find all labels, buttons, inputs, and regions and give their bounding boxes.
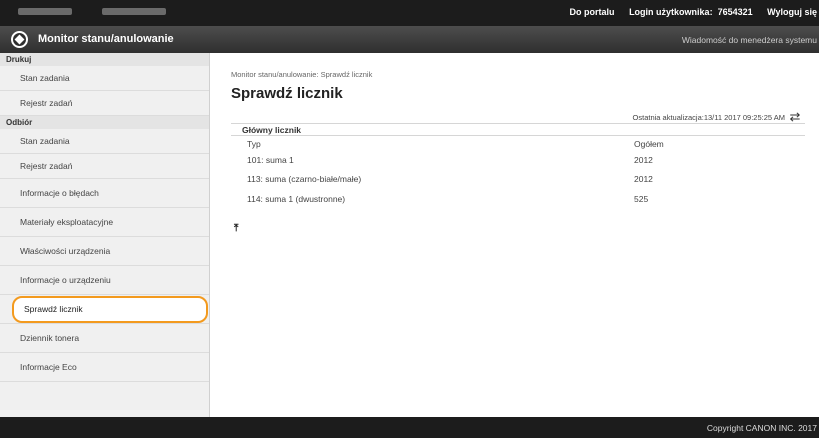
blurred-text xyxy=(102,8,166,15)
column-header-type: Typ xyxy=(247,139,261,149)
sidebar-item-receive-job-log[interactable]: Rejestr zadań xyxy=(0,154,209,179)
sidebar-item-eco-info[interactable]: Informacje Eco xyxy=(0,353,209,382)
sidebar-item-toner-log[interactable]: Dziennik tonera xyxy=(0,324,209,353)
counter-total: 2012 xyxy=(634,174,653,184)
divider xyxy=(231,123,805,124)
login-label: Login użytkownika: 7654321 xyxy=(629,7,753,17)
message-to-manager-link[interactable]: Wiadomość do menedżera systemu xyxy=(682,35,817,45)
sidebar-item-error-info[interactable]: Informacje o błędach xyxy=(0,179,209,208)
title-bar: Monitor stanu/anulowanie Wiadomość do me… xyxy=(0,26,819,53)
top-bar: Do portalu Login użytkownika: 7654321 Wy… xyxy=(0,0,819,26)
footer: Copyright CANON INC. 2017 xyxy=(0,417,819,438)
counter-total: 525 xyxy=(634,194,649,204)
section-title: Główny licznik xyxy=(242,125,302,135)
sidebar-item-print-job-log[interactable]: Rejestr zadań xyxy=(0,91,209,116)
top-links: Do portalu Login użytkownika: 7654321 Wy… xyxy=(558,7,817,17)
copyright-text: Copyright CANON INC. 2017 xyxy=(706,423,817,433)
login-value: 7654321 xyxy=(717,7,753,17)
counter-type: 113: suma (czarno-białe/małe) xyxy=(247,174,362,184)
sidebar-item-check-counter[interactable]: Sprawdź licznik xyxy=(0,295,209,324)
divider xyxy=(231,135,805,136)
counter-type: 114: suma 1 (dwustronne) xyxy=(247,194,346,204)
main-content: Monitor stanu/anulowanie: Sprawdź liczni… xyxy=(210,53,819,417)
sidebar-item-device-info[interactable]: Informacje o urządzeniu xyxy=(0,266,209,295)
sidebar-section-print: Drukuj xyxy=(0,53,209,66)
portal-link[interactable]: Do portalu xyxy=(570,7,615,17)
page-title: Sprawdź licznik xyxy=(231,85,343,102)
sidebar-item-device-features[interactable]: Właściwości urządzenia xyxy=(0,237,209,266)
logout-link[interactable]: Wyloguj się xyxy=(767,7,817,17)
sidebar-item-receive-job-status[interactable]: Stan zadania xyxy=(0,129,209,154)
last-update-text: Ostatnia aktualizacja:13/11 2017 09:25:2… xyxy=(632,113,785,122)
to-top-icon[interactable]: ⤒ xyxy=(234,223,238,234)
sidebar-item-consumables[interactable]: Materiały eksploatacyjne xyxy=(0,208,209,237)
blurred-text xyxy=(18,8,72,15)
column-header-total: Ogółem xyxy=(634,139,664,149)
sidebar: Drukuj Stan zadania Rejestr zadań Odbiór… xyxy=(0,53,210,417)
app-title: Monitor stanu/anulowanie xyxy=(38,33,174,45)
breadcrumb: Monitor stanu/anulowanie: Sprawdź liczni… xyxy=(231,70,373,79)
counter-type: 101: suma 1 xyxy=(247,155,294,165)
sidebar-item-label: Sprawdź licznik xyxy=(24,304,83,314)
sidebar-section-receive: Odbiór xyxy=(0,116,209,129)
counter-total: 2012 xyxy=(634,155,653,165)
app-logo-icon xyxy=(11,31,28,48)
sidebar-item-print-job-status[interactable]: Stan zadania xyxy=(0,66,209,91)
